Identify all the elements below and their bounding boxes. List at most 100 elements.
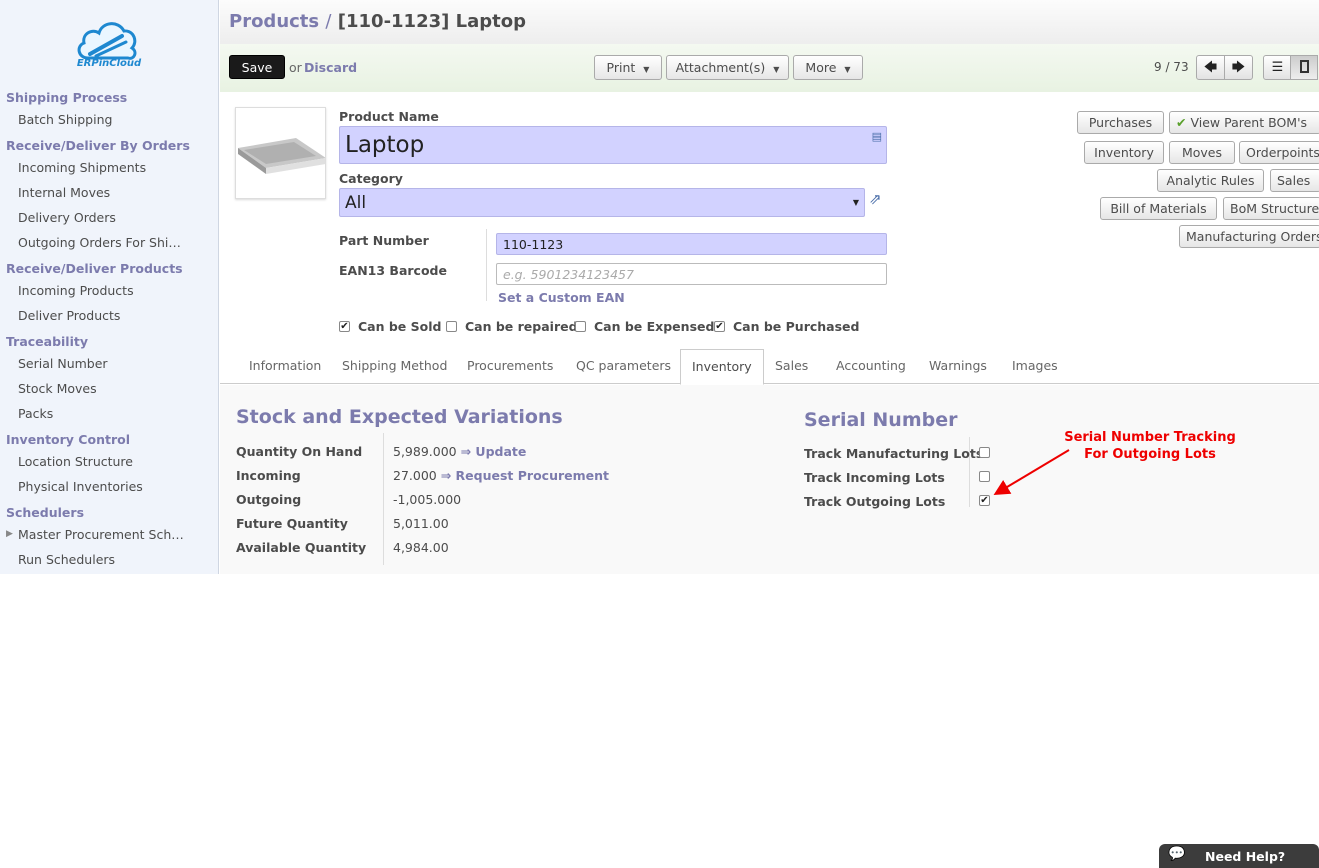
ean13-input[interactable]: e.g. 5901234123457 [496, 263, 887, 285]
attachments-button[interactable]: Attachment(s) ▼ [666, 55, 789, 80]
bill-of-materials-button[interactable]: Bill of Materials [1100, 197, 1217, 220]
menu-section-shipping-process[interactable]: Shipping Process [0, 89, 218, 107]
list-view-button[interactable]: ☰ [1263, 55, 1292, 80]
sales-button[interactable]: Sales [1270, 169, 1319, 192]
chat-bubble-icon: 💬 [1168, 846, 1186, 862]
analytic-rules-button[interactable]: Analytic Rules [1157, 169, 1264, 192]
menu-item-incoming-shipments[interactable]: Incoming Shipments [0, 155, 184, 180]
print-button[interactable]: Print ▼ [594, 55, 662, 80]
menu-section-inventory-control[interactable]: Inventory Control [0, 431, 218, 449]
track-outgoing-lots-label: Track Outgoing Lots [804, 494, 946, 509]
annotation-arrow-icon [993, 449, 1070, 496]
view-parent-bom-button[interactable]: ✔ View Parent BOM's [1169, 111, 1319, 134]
arrow-left-icon: 🡄 [1203, 60, 1218, 75]
can-be-sold-checkbox[interactable]: ✔ [339, 321, 350, 332]
qty-on-hand-field: 5,989.000 ⇒ Update [393, 444, 526, 459]
menu-item-incoming-products[interactable]: Incoming Products [0, 278, 184, 303]
can-be-expensed-label: Can be Expensed [594, 319, 715, 334]
update-qty-link[interactable]: ⇒ Update [461, 444, 527, 459]
caret-down-icon: ▼ [643, 65, 650, 74]
discard-link[interactable]: Discard [304, 60, 357, 75]
menu-section-receive-deliver-products[interactable]: Receive/Deliver Products [0, 260, 218, 278]
manufacturing-orders-button[interactable]: Manufacturing Orders [1179, 225, 1319, 248]
breadcrumb-products-link[interactable]: Products [229, 11, 319, 32]
outgoing-label: Outgoing [236, 492, 302, 507]
can-be-sold-label: Can be Sold [358, 319, 442, 334]
menu-section-traceability[interactable]: Traceability [0, 333, 218, 351]
qty-on-hand-label: Quantity On Hand [236, 444, 363, 459]
qty-on-hand-value: 5,989.000 [393, 444, 457, 459]
sidebar: ERPinCloud Shipping Process Batch Shippi… [0, 0, 219, 574]
product-name-label: Product Name [339, 109, 439, 124]
tab-information[interactable]: Information [249, 358, 321, 373]
moves-button[interactable]: Moves [1169, 141, 1235, 164]
need-help-label: Need Help? [1205, 849, 1286, 864]
bom-structure-button[interactable]: BoM Structure [1223, 197, 1319, 220]
purchases-button[interactable]: Purchases [1077, 111, 1164, 134]
tab-qc-parameters[interactable]: QC parameters [576, 358, 671, 373]
menu-item-physical-inventories[interactable]: Physical Inventories [0, 474, 184, 499]
save-button[interactable]: Save [229, 55, 285, 79]
track-manufacturing-lots-label: Track Manufacturing Lots [804, 446, 984, 461]
tab-procurements[interactable]: Procurements [467, 358, 553, 373]
previous-record-button[interactable]: 🡄 [1196, 55, 1225, 80]
tab-inventory[interactable]: Inventory [680, 349, 764, 385]
track-incoming-lots-label: Track Incoming Lots [804, 470, 945, 485]
can-be-purchased-checkbox[interactable]: ✔ [714, 321, 725, 332]
menu-item-internal-moves[interactable]: Internal Moves [0, 180, 184, 205]
external-link-icon[interactable]: ⇗ [869, 190, 882, 208]
checkmark-icon: ✔ [1176, 115, 1187, 130]
breadcrumb-separator: / [325, 11, 332, 32]
menu-item-serial-number[interactable]: Serial Number [0, 351, 184, 376]
tab-sales[interactable]: Sales [775, 358, 808, 373]
check-icon: ✔ [340, 321, 349, 332]
form-view-button[interactable] [1290, 55, 1318, 80]
attachments-label: Attachment(s) [675, 60, 766, 75]
can-be-repaired-checkbox[interactable] [446, 321, 457, 332]
menu-item-batch-shipping[interactable]: Batch Shipping [0, 107, 184, 132]
can-be-expensed-checkbox[interactable] [575, 321, 586, 332]
menu-item-run-schedulers[interactable]: Run Schedulers [0, 547, 184, 572]
category-select[interactable]: All ▼ [339, 188, 865, 217]
request-procurement-link[interactable]: ⇒ Request Procurement [441, 468, 609, 483]
incoming-label: Incoming [236, 468, 301, 483]
sidebar-menu: Shipping Process Batch Shipping Receive/… [0, 84, 218, 572]
tab-warnings[interactable]: Warnings [929, 358, 987, 373]
available-qty-value: 4,984.00 [393, 540, 449, 555]
expand-caret-icon[interactable]: ▶ [6, 522, 13, 547]
ean13-placeholder: e.g. 5901234123457 [503, 267, 634, 282]
category-label: Category [339, 171, 403, 186]
part-number-input[interactable]: 110-1123 [496, 233, 887, 255]
menu-item-packs[interactable]: Packs [0, 401, 184, 426]
future-qty-value: 5,011.00 [393, 516, 449, 531]
more-button[interactable]: More ▼ [793, 55, 863, 80]
tab-images[interactable]: Images [1012, 358, 1058, 373]
menu-item-deliver-products[interactable]: Deliver Products [0, 303, 184, 328]
product-image[interactable] [235, 107, 326, 199]
set-custom-ean-link[interactable]: Set a Custom EAN [498, 290, 625, 305]
menu-section-schedulers[interactable]: Schedulers [0, 504, 218, 522]
menu-section-receive-deliver-orders[interactable]: Receive/Deliver By Orders [0, 137, 218, 155]
category-value: All [345, 193, 367, 213]
translate-icon[interactable]: ▤ [872, 130, 882, 143]
menu-item-location-structure[interactable]: Location Structure [0, 449, 184, 474]
logo-text: ERPinCloud [76, 58, 142, 69]
menu-item-delivery-orders[interactable]: Delivery Orders [0, 205, 184, 230]
tab-shipping-method[interactable]: Shipping Method [342, 358, 447, 373]
pager-counter[interactable]: 9 / 73 [1154, 60, 1189, 74]
list-icon: ☰ [1271, 60, 1284, 75]
ean13-label: EAN13 Barcode [339, 263, 447, 278]
breadcrumb-current: [110-1123] Laptop [337, 11, 526, 32]
menu-item-outgoing-orders-shipping[interactable]: Outgoing Orders For Shipping [0, 230, 184, 255]
field-divider [486, 229, 487, 301]
incoming-field: 27.000 ⇒ Request Procurement [393, 468, 609, 483]
need-help-widget[interactable]: 💬 Need Help? [1159, 844, 1319, 868]
next-record-button[interactable]: 🡆 [1224, 55, 1253, 80]
product-name-input[interactable]: Laptop ▤ [339, 126, 887, 164]
menu-item-master-procurement-schedule[interactable]: ▶ Master Procurement Schedule [0, 522, 184, 547]
orderpoints-button[interactable]: Orderpoints [1239, 141, 1319, 164]
inventory-button[interactable]: Inventory [1084, 141, 1164, 164]
tab-accounting[interactable]: Accounting [836, 358, 906, 373]
menu-item-stock-moves[interactable]: Stock Moves [0, 376, 184, 401]
stock-section-title: Stock and Expected Variations [236, 406, 563, 428]
